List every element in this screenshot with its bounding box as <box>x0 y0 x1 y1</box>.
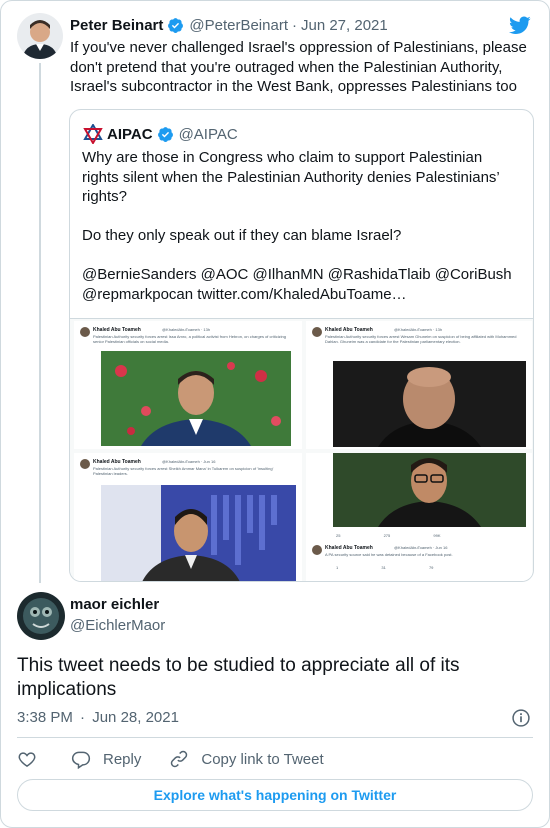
parent-tweet-header: Peter Beinart @PeterBeinart · Jun 27, 20… <box>70 15 388 35</box>
parent-author-name[interactable]: Peter Beinart <box>70 17 163 34</box>
time-separator: · <box>80 709 86 726</box>
reply-time: 3:38 PM <box>17 709 73 726</box>
card-author-name: Khaled Abu Toameh <box>93 327 141 333</box>
card-text: A PA security source said he was detaine… <box>325 552 453 557</box>
stat-likes: 79 <box>428 565 434 570</box>
thread-connector-line <box>39 63 41 583</box>
stat-likes: 99K <box>433 533 441 538</box>
quoted-tweet[interactable]: AIPAC @AIPAC Why are those in Congress w… <box>69 109 534 582</box>
card-photo-2 <box>333 361 526 447</box>
card-meta: @KhaledAbuToameh · 13h <box>162 327 211 332</box>
parent-tweet-date[interactable]: Jun 27, 2021 <box>301 17 388 34</box>
copy-link-label: Copy link to Tweet <box>201 750 324 768</box>
quoted-tweet-media-image[interactable]: Khaled Abu Toameh @KhaledAbuToameh · 13h… <box>70 318 533 581</box>
card-stats-top: 25 275 99K <box>336 533 441 538</box>
maor-eichler-avatar[interactable] <box>17 592 65 640</box>
header-separator: · <box>291 16 297 34</box>
like-button[interactable] <box>17 749 37 769</box>
card-avatar <box>80 327 90 337</box>
card-text: Palestinian Authority security forces ar… <box>325 334 517 344</box>
card-avatar <box>312 327 322 337</box>
verified-badge-icon <box>168 17 184 33</box>
card-photo-1 <box>101 351 291 446</box>
card-author-name: Khaled Abu Toameh <box>93 459 141 465</box>
verified-badge-icon <box>157 126 173 142</box>
aipac-logo-icon <box>83 124 103 144</box>
reply-timestamp[interactable]: 3:38 PM · Jun 28, 2021 <box>17 709 179 726</box>
quoted-author-handle[interactable]: @AIPAC <box>179 126 238 143</box>
card-avatar <box>312 545 322 555</box>
card-photo-4 <box>333 453 526 527</box>
quoted-tweet-header: AIPAC @AIPAC <box>83 124 238 144</box>
info-icon[interactable] <box>511 708 531 728</box>
twitter-bird-icon[interactable] <box>508 14 532 36</box>
reply-author-name[interactable]: maor eichler <box>70 596 159 613</box>
stat-retweets: 275 <box>383 533 391 538</box>
reply-bubble-icon <box>71 751 91 769</box>
explore-twitter-button[interactable]: Explore what's happening on Twitter <box>17 779 533 811</box>
copy-link-button[interactable]: Copy link to Tweet <box>169 749 324 769</box>
reply-label: Reply <box>103 750 142 768</box>
media-card-4: 25 275 99K Khaled Abu Toameh @KhaledAbuT… <box>306 453 532 581</box>
card-meta: @KhaledAbuToameh · Jun 16 <box>394 545 448 550</box>
card-author-name: Khaled Abu Toameh <box>325 327 373 333</box>
stat-replies: 1 <box>336 565 339 570</box>
reply-author-handle[interactable]: @EichlerMaor <box>70 617 165 634</box>
action-divider <box>17 737 533 738</box>
parent-author-handle[interactable]: @PeterBeinart <box>189 17 288 34</box>
card-author-name: Khaled Abu Toameh <box>325 545 373 551</box>
heart-icon <box>18 752 36 767</box>
card-text: Palestinian Authority security forces ar… <box>93 334 286 344</box>
card-stats-bottom: 1 31 79 <box>336 565 433 570</box>
quoted-author-name[interactable]: AIPAC <box>107 126 153 143</box>
card-text: Palestinian Authority security forces ar… <box>93 466 274 476</box>
card-meta: @KhaledAbuToameh · Jun 16 <box>162 459 216 464</box>
reply-button[interactable]: Reply <box>71 749 141 769</box>
stat-retweets: 31 <box>381 565 386 570</box>
card-photo-3 <box>101 485 296 581</box>
quoted-tweet-text: Why are those in Congress who claim to s… <box>82 149 512 303</box>
media-card-2: Khaled Abu Toameh @KhaledAbuToameh · 13h… <box>306 321 532 449</box>
stat-replies: 25 <box>336 533 341 538</box>
card-meta: @KhaledAbuToameh · 13h <box>394 327 443 332</box>
reply-date: Jun 28, 2021 <box>92 709 179 726</box>
tweet-actions-bar: Reply Copy link to Tweet <box>17 748 352 770</box>
media-card-3: Khaled Abu Toameh @KhaledAbuToameh · Jun… <box>74 453 302 581</box>
card-avatar <box>80 459 90 469</box>
peter-beinart-avatar[interactable] <box>17 13 63 59</box>
parent-tweet-text: If you've never challenged Israel's oppr… <box>70 39 527 95</box>
link-icon <box>171 750 188 768</box>
reply-tweet-text: This tweet needs to be studied to apprec… <box>17 655 460 700</box>
media-card-1: Khaled Abu Toameh @KhaledAbuToameh · 13h… <box>74 321 302 449</box>
